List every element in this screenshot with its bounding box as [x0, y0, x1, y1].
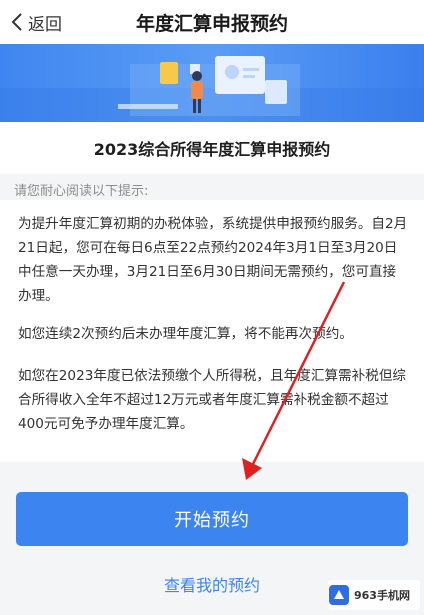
nav-bar: 返回 年度汇算申报预约: [0, 0, 424, 44]
person-with-documents-illustration: [0, 56, 424, 122]
card-title: 2023综合所得年度汇算申报预约: [93, 140, 331, 159]
notice-paragraph: 如您在2023年度已依法预缴个人所得税，且年度汇算需补税但综合所得收入全年不超过…: [18, 368, 407, 432]
notice-paragraph: 为提升年度汇算初期的办税体验，系统提供申报预约服务。自2月21日起，您可在每日6…: [18, 216, 408, 304]
back-button[interactable]: 返回: [10, 8, 62, 36]
watermark-logo-icon: [329, 585, 349, 605]
watermark-text: 963手机网: [354, 589, 410, 602]
back-label: 返回: [28, 14, 62, 35]
chevron-left-icon: [11, 13, 22, 31]
banner: [0, 44, 424, 122]
page-title: 年度汇算申报预约: [135, 12, 288, 35]
notice-content: 为提升年度汇算初期的办税体验，系统提供申报预约服务。自2月21日起，您可在每日6…: [0, 200, 424, 462]
start-reservation-button[interactable]: 开始预约: [16, 492, 408, 546]
notice-paragraph: 如您连续2次预约后未办理年度汇算，将不能再次预约。: [18, 326, 353, 342]
card-title-box: 2023综合所得年度汇算申报预约: [0, 122, 424, 174]
hint-text: 请您耐心阅读以下提示:: [14, 184, 149, 199]
watermark: 963手机网: [328, 580, 420, 610]
